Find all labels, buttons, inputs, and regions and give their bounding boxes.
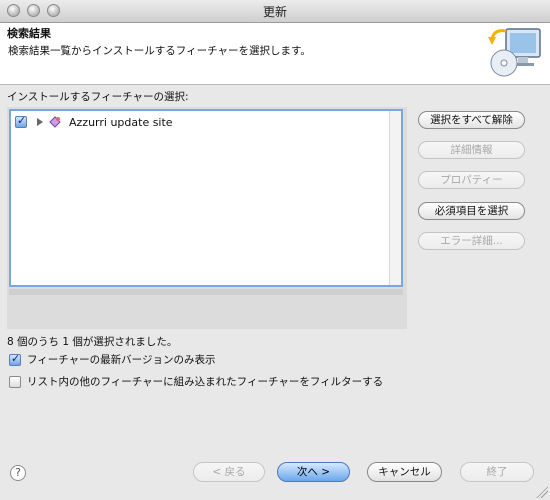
feature-list-label: インストールするフィーチャーの選択: [7, 91, 189, 103]
latest-version-label: フィーチャーの最新バージョンのみ表示 [27, 354, 216, 366]
horizontal-scrollbar[interactable] [9, 289, 403, 295]
tree-row-label: Azzurri update site [69, 115, 173, 129]
cancel-button[interactable]: キャンセル [367, 462, 442, 482]
resize-grip-icon[interactable] [536, 486, 548, 498]
header-banner: 検索結果 検索結果一覧からインストールするフィーチャーを選択します。 [0, 23, 550, 85]
properties-button[interactable]: プロパティー [418, 171, 525, 189]
page-title: 検索結果 [7, 27, 51, 40]
check-icon: ✓ [17, 114, 27, 127]
help-icon[interactable]: ? [10, 465, 26, 481]
check-icon: ✓ [11, 351, 21, 365]
title-bar: 更新 [0, 0, 550, 23]
update-wizard-icon [484, 25, 544, 81]
selection-status-text: 8 個のうち 1 個が選択されました。 [7, 336, 178, 348]
filter-included-option[interactable]: リスト内の他のフィーチャーに組み込まれたフィーチャーをフィルターする [9, 374, 383, 389]
deselect-all-button[interactable]: 選択をすべて解除 [418, 111, 525, 129]
vertical-scrollbar[interactable] [389, 111, 401, 285]
filter-included-checkbox[interactable] [9, 375, 21, 388]
latest-version-option[interactable]: ✓ フィーチャーの最新バージョンのみ表示 [9, 352, 215, 367]
feature-tree[interactable]: ✓ Azzurri update site [9, 109, 403, 287]
error-details-button[interactable]: エラー詳細... [418, 232, 525, 250]
back-button[interactable]: < 戻る [193, 462, 265, 482]
update-dialog: 更新 検索結果 検索結果一覧からインストールするフィーチャーを選択します。 イン… [0, 0, 550, 500]
page-description: 検索結果一覧からインストールするフィーチャーを選択します。 [8, 45, 311, 57]
update-site-icon [49, 116, 61, 128]
window-title: 更新 [262, 5, 287, 19]
next-button[interactable]: 次へ > [277, 462, 350, 482]
feature-list-container: ✓ Azzurri update site [7, 107, 407, 329]
finish-button[interactable]: 終了 [460, 462, 534, 482]
details-button[interactable]: 詳細情報 [418, 141, 525, 159]
filter-included-label: リスト内の他のフィーチャーに組み込まれたフィーチャーをフィルターする [27, 376, 384, 388]
feature-checkbox[interactable]: ✓ [15, 114, 27, 128]
expand-arrow-icon[interactable] [37, 118, 43, 126]
select-required-button[interactable]: 必須項目を選択 [418, 202, 525, 220]
latest-version-checkbox[interactable]: ✓ [9, 351, 21, 366]
tree-row[interactable]: ✓ Azzurri update site [15, 113, 173, 131]
